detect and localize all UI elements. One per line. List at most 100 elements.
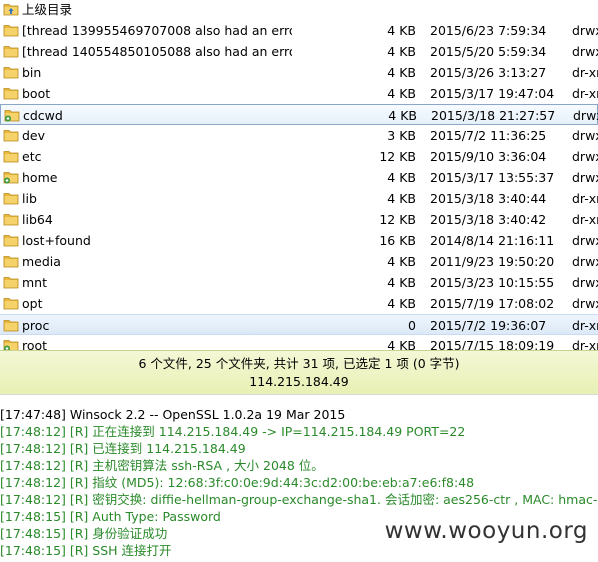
file-modified: 2015/3/26 3:13:27 bbox=[430, 65, 547, 80]
file-name: root bbox=[22, 338, 48, 350]
file-size: 4 KB bbox=[387, 338, 416, 350]
file-permissions: drwx bbox=[572, 254, 598, 269]
folder-link-icon bbox=[3, 170, 19, 184]
file-size: 0 bbox=[408, 318, 416, 333]
file-size: 4 KB bbox=[387, 254, 416, 269]
folder-icon bbox=[3, 65, 19, 79]
file-modified: 2015/9/10 3:36:04 bbox=[430, 149, 547, 164]
file-row[interactable]: lib64 12 KB 2015/3/18 3:40:42 dr-xr bbox=[0, 209, 598, 230]
file-size: 4 KB bbox=[387, 191, 416, 206]
log-line: [17:47:48] Winsock 2.2 -- OpenSSL 1.0.2a… bbox=[0, 407, 346, 422]
file-row[interactable]: mnt 4 KB 2015/3/23 10:15:55 drwx bbox=[0, 272, 598, 293]
file-row[interactable]: lost+found 16 KB 2014/8/14 21:16:11 drwx bbox=[0, 230, 598, 251]
file-row[interactable]: [thread 140554850105088 also had an erro… bbox=[0, 41, 598, 62]
file-row[interactable]: bin 4 KB 2015/3/26 3:13:27 dr-xr bbox=[0, 62, 598, 83]
parent-directory-row[interactable]: 上级目录 bbox=[0, 0, 598, 20]
file-row[interactable]: etc 12 KB 2015/9/10 3:36:04 drwx bbox=[0, 146, 598, 167]
folder-icon bbox=[3, 149, 19, 163]
file-row[interactable]: proc 0 2015/7/2 19:36:07 dr-xr bbox=[0, 314, 598, 335]
file-modified: 2011/9/23 19:50:20 bbox=[430, 254, 555, 269]
file-modified: 2015/3/18 3:40:44 bbox=[430, 191, 547, 206]
file-name: boot bbox=[22, 86, 51, 101]
file-size: 4 KB bbox=[387, 275, 416, 290]
folder-icon bbox=[3, 233, 19, 247]
file-modified: 2015/7/2 19:36:07 bbox=[430, 318, 547, 333]
file-size: 4 KB bbox=[387, 65, 416, 80]
file-size: 4 KB bbox=[387, 86, 416, 101]
file-permissions: drwx bbox=[572, 23, 598, 38]
file-row[interactable]: opt 4 KB 2015/7/19 17:08:02 drwx bbox=[0, 293, 598, 314]
file-modified: 2015/3/17 19:47:04 bbox=[430, 86, 555, 101]
file-modified: 2015/3/17 13:55:37 bbox=[430, 170, 555, 185]
log-line: [17:48:12] [R] 指纹 (MD5): 12:68:3f:c0:0e:… bbox=[0, 475, 475, 490]
file-permissions: drwx bbox=[573, 108, 598, 123]
file-permissions: drwx bbox=[572, 44, 598, 59]
file-name: lib64 bbox=[22, 212, 53, 227]
file-permissions: dr-xr bbox=[572, 65, 598, 80]
file-size: 12 KB bbox=[379, 212, 416, 227]
file-row[interactable]: lib 4 KB 2015/3/18 3:40:44 dr-xr bbox=[0, 188, 598, 209]
folder-icon bbox=[3, 254, 19, 268]
folder-link-icon bbox=[3, 338, 19, 350]
file-size: 12 KB bbox=[379, 149, 416, 164]
file-permissions: drwx bbox=[572, 170, 598, 185]
log-line: [17:48:12] [R] 主机密钥算法 ssh-RSA , 大小 2048 … bbox=[0, 458, 324, 473]
file-row[interactable]: boot 4 KB 2015/3/17 19:47:04 dr-xr bbox=[0, 83, 598, 104]
file-name: 上级目录 bbox=[22, 2, 73, 17]
file-permissions: drwx bbox=[572, 233, 598, 248]
folder-icon bbox=[3, 296, 19, 310]
file-row[interactable]: dev 3 KB 2015/7/2 11:36:25 drwx bbox=[0, 125, 598, 146]
file-modified: 2014/8/14 21:16:11 bbox=[430, 233, 555, 248]
file-modified: 2015/7/2 11:36:25 bbox=[430, 128, 547, 143]
log-line: [17:48:12] [R] 密钥交换: diffie-hellman-grou… bbox=[0, 492, 598, 507]
file-modified: 2015/5/20 5:59:34 bbox=[430, 44, 547, 59]
file-name: bin bbox=[22, 65, 42, 80]
file-size: 4 KB bbox=[388, 108, 417, 123]
file-size: 3 KB bbox=[387, 128, 416, 143]
file-permissions: drwx bbox=[572, 296, 598, 311]
file-row[interactable]: [thread 139955469707008 also had an erro… bbox=[0, 20, 598, 41]
file-name: lib bbox=[22, 191, 37, 206]
file-permissions: drwx bbox=[572, 128, 598, 143]
folder-icon bbox=[3, 44, 19, 58]
folder-icon bbox=[3, 191, 19, 205]
folder-icon bbox=[3, 318, 19, 332]
file-modified: 2015/3/18 21:27:57 bbox=[431, 108, 556, 123]
file-row[interactable]: cdcwd 4 KB 2015/3/18 21:27:57 drwx bbox=[0, 104, 598, 125]
folder-icon bbox=[3, 128, 19, 142]
file-name: [thread 140554850105088 also had an erro… bbox=[22, 44, 292, 59]
file-permissions: dr-xr bbox=[572, 338, 598, 350]
file-permissions: drwx bbox=[572, 275, 598, 290]
status-summary: 6 个文件, 25 个文件夹, 共计 31 项, 已选定 1 项 (0 字节) bbox=[138, 356, 460, 371]
file-row[interactable]: home 4 KB 2015/3/17 13:55:37 drwx bbox=[0, 167, 598, 188]
file-modified: 2015/7/15 18:09:19 bbox=[430, 338, 555, 350]
file-modified: 2015/3/23 10:15:55 bbox=[430, 275, 555, 290]
file-name: mnt bbox=[22, 275, 47, 290]
file-size: 16 KB bbox=[379, 233, 416, 248]
up-folder-icon bbox=[3, 2, 19, 16]
file-name: media bbox=[22, 254, 61, 269]
folder-icon bbox=[3, 23, 19, 37]
file-list[interactable]: 上级目录 [thread 139955469707008 also had an … bbox=[0, 0, 598, 350]
status-host: 114.215.184.49 bbox=[249, 374, 349, 389]
file-row[interactable]: root 4 KB 2015/7/15 18:09:19 dr-xr bbox=[0, 335, 598, 350]
watermark: www.wooyun.org bbox=[384, 518, 588, 544]
file-size: 4 KB bbox=[387, 23, 416, 38]
file-permissions: dr-xr bbox=[572, 212, 598, 227]
file-permissions: dr-xr bbox=[572, 191, 598, 206]
file-size: 4 KB bbox=[387, 296, 416, 311]
file-name: cdcwd bbox=[23, 108, 63, 123]
file-row[interactable]: media 4 KB 2011/9/23 19:50:20 drwx bbox=[0, 251, 598, 272]
file-permissions: drwx bbox=[572, 149, 598, 164]
status-bar: 6 个文件, 25 个文件夹, 共计 31 项, 已选定 1 项 (0 字节) … bbox=[0, 350, 598, 394]
file-modified bbox=[430, 2, 566, 18]
file-permissions: dr-xr bbox=[572, 318, 598, 333]
folder-icon bbox=[3, 86, 19, 100]
file-name: [thread 139955469707008 also had an erro… bbox=[22, 23, 292, 38]
log-line: [17:48:15] [R] SSH 连接打开 bbox=[0, 543, 172, 558]
file-size bbox=[300, 2, 416, 18]
file-name: opt bbox=[22, 296, 43, 311]
file-modified: 2015/7/19 17:08:02 bbox=[430, 296, 555, 311]
file-modified: 2015/3/18 3:40:42 bbox=[430, 212, 547, 227]
file-size: 4 KB bbox=[387, 170, 416, 185]
